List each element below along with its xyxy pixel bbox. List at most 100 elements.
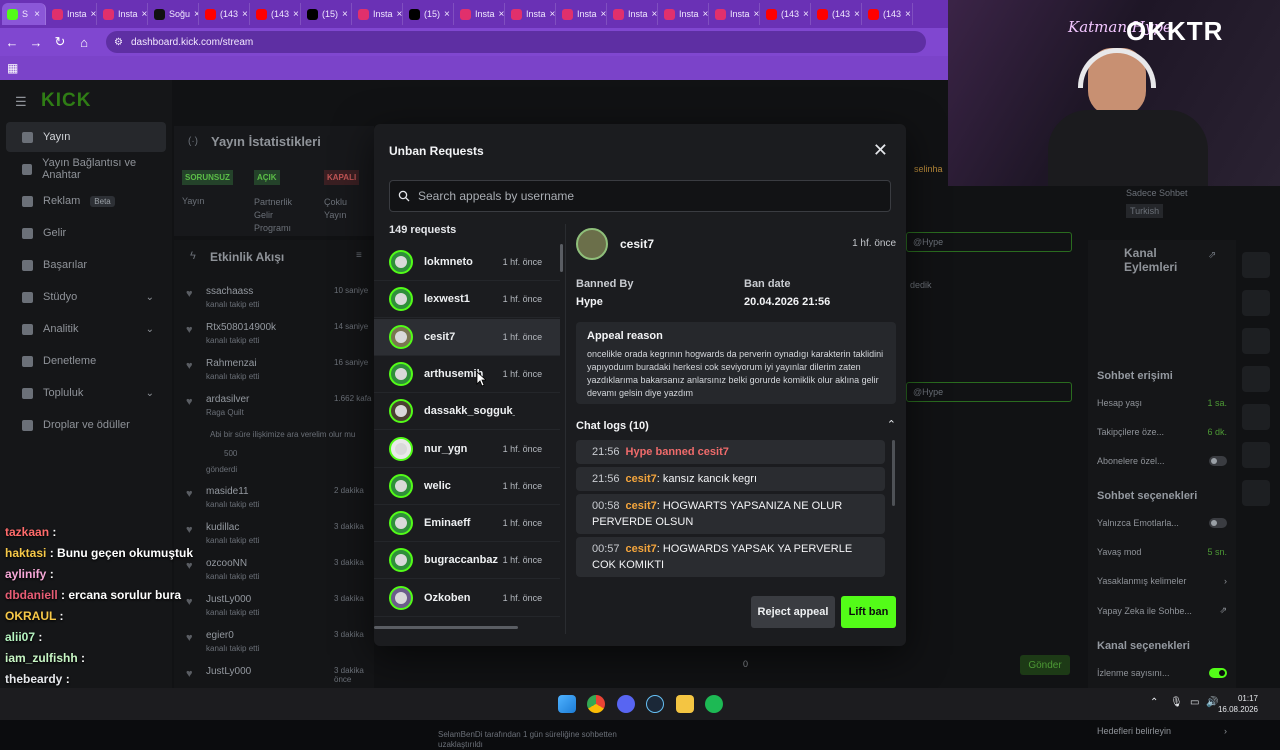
discord-icon[interactable] bbox=[617, 695, 635, 713]
search-field[interactable] bbox=[389, 180, 891, 212]
close-tab-icon[interactable]: × bbox=[703, 9, 708, 20]
logs-scrollbar[interactable] bbox=[892, 440, 895, 506]
chevron-down-icon[interactable]: ⌄ bbox=[146, 388, 154, 399]
browser-tab[interactable]: (15) × bbox=[404, 3, 454, 25]
toggle-switch[interactable] bbox=[1209, 668, 1227, 678]
menu-icon[interactable]: ☰ bbox=[15, 94, 27, 110]
tray-chevron-icon[interactable]: ⌃ bbox=[1150, 697, 1158, 708]
setting-row[interactable]: Hesap yaşı 1 sa. bbox=[1097, 398, 1227, 408]
browser-tab[interactable]: Insta × bbox=[608, 3, 658, 25]
kick-logo[interactable]: KICK bbox=[41, 90, 91, 112]
send-button[interactable]: Gönder bbox=[1020, 655, 1070, 675]
request-item[interactable]: lexwest1 1 hf. önce bbox=[374, 281, 560, 319]
sidebar-item[interactable]: Analitik ⌄ bbox=[6, 314, 166, 344]
close-tab-icon[interactable]: × bbox=[142, 9, 147, 20]
browser-tab[interactable]: (143 × bbox=[812, 3, 862, 25]
setting-row[interactable]: Abonelere özel... bbox=[1097, 456, 1227, 466]
horizontal-scrollbar[interactable] bbox=[374, 626, 518, 629]
close-tab-icon[interactable]: × bbox=[754, 9, 759, 20]
chat-icon[interactable] bbox=[1242, 328, 1270, 354]
request-item[interactable]: bugraccanbaz 1 hf. önce bbox=[374, 542, 560, 580]
browser-tab[interactable]: Insta × bbox=[455, 3, 505, 25]
lightning-icon[interactable] bbox=[1242, 252, 1270, 278]
browser-tab[interactable]: Insta × bbox=[506, 3, 556, 25]
browser-tab[interactable]: Insta × bbox=[557, 3, 607, 25]
browser-tab[interactable]: Insta × bbox=[98, 3, 148, 25]
forward-icon[interactable]: → bbox=[24, 35, 48, 50]
sidebar-item[interactable]: Yayın bbox=[6, 122, 166, 152]
close-tab-icon[interactable]: × bbox=[91, 9, 96, 20]
setting-row[interactable]: Yavaş mod 5 sn. bbox=[1097, 547, 1227, 557]
close-tab-icon[interactable]: × bbox=[397, 9, 402, 20]
filter-icon[interactable]: ≡ bbox=[356, 250, 362, 261]
setting-row[interactable]: Hedefleri belirleyin › bbox=[1097, 726, 1227, 736]
sidebar-item[interactable]: Denetleme bbox=[6, 346, 166, 376]
lift-ban-button[interactable]: Lift ban bbox=[841, 596, 896, 628]
close-tab-icon[interactable]: × bbox=[242, 9, 248, 20]
setting-row[interactable]: Yapay Zeka ile Sohbe... ⇗ bbox=[1097, 605, 1227, 616]
close-tab-icon[interactable]: × bbox=[342, 9, 348, 20]
close-tab-icon[interactable]: × bbox=[194, 9, 198, 20]
sidebar-item[interactable]: Yayın Bağlantısı ve Anahtar bbox=[6, 154, 166, 184]
request-item[interactable]: lokmneto 1 hf. önce bbox=[374, 244, 560, 281]
home-icon[interactable]: ⌂ bbox=[72, 35, 96, 50]
close-tab-icon[interactable]: × bbox=[652, 9, 657, 20]
close-tab-icon[interactable]: × bbox=[854, 9, 860, 20]
close-tab-icon[interactable]: × bbox=[601, 9, 606, 20]
toggle-switch[interactable] bbox=[1209, 456, 1227, 466]
sidebar-item[interactable]: Topluluk ⌄ bbox=[6, 378, 166, 408]
sidebar-item[interactable]: Reklam Beta bbox=[6, 186, 166, 216]
url-field[interactable]: ⚙ dashboard.kick.com/stream bbox=[106, 31, 926, 53]
browser-tab[interactable]: (143 × bbox=[251, 3, 301, 25]
stack-icon[interactable] bbox=[1242, 404, 1270, 430]
close-tab-icon[interactable]: × bbox=[905, 9, 911, 20]
windows-start-icon[interactable] bbox=[558, 695, 576, 713]
setting-row[interactable]: Yasaklanmış kelimeler › bbox=[1097, 576, 1227, 586]
wrench-icon[interactable] bbox=[1242, 442, 1270, 468]
close-tab-icon[interactable]: × bbox=[34, 9, 40, 20]
browser-tab[interactable]: Soğu× bbox=[149, 3, 199, 25]
browser-tab[interactable]: Insta × bbox=[710, 3, 760, 25]
request-item[interactable]: cesit7 1 hf. önce bbox=[374, 318, 560, 356]
close-tab-icon[interactable]: × bbox=[293, 9, 299, 20]
chevron-right-icon[interactable]: › bbox=[1224, 726, 1227, 736]
chevron-down-icon[interactable]: ⌄ bbox=[146, 324, 154, 335]
folder-icon[interactable] bbox=[676, 695, 694, 713]
sidebar-item[interactable]: Gelir bbox=[6, 218, 166, 248]
apps-grid-icon[interactable]: ▦ bbox=[7, 61, 18, 75]
steam-icon[interactable] bbox=[646, 695, 664, 713]
browser-tab[interactable]: S × bbox=[2, 3, 46, 25]
clock[interactable]: 01:17 16.08.2026 bbox=[1218, 693, 1258, 715]
chevron-up-icon[interactable]: ⌃ bbox=[887, 418, 896, 431]
spotify-icon[interactable] bbox=[705, 695, 723, 713]
close-tab-icon[interactable]: × bbox=[444, 9, 450, 20]
browser-tab[interactable]: (143 × bbox=[200, 3, 250, 25]
network-icon[interactable]: ▭ bbox=[1190, 697, 1199, 708]
close-tab-icon[interactable]: × bbox=[499, 9, 504, 20]
microphone-icon[interactable]: 🎙 bbox=[1170, 697, 1183, 708]
sidebar-item[interactable]: Droplar ve ödüller bbox=[6, 410, 166, 440]
mention-input[interactable]: @Hype bbox=[906, 232, 1072, 252]
chevron-down-icon[interactable]: ⌄ bbox=[146, 292, 154, 303]
setting-row[interactable]: Yalnızca Emotlarla... bbox=[1097, 518, 1227, 528]
volume-icon[interactable]: 🔊 bbox=[1206, 697, 1218, 708]
mention-input-2[interactable]: @Hype bbox=[906, 382, 1072, 402]
browser-tab[interactable]: (143 × bbox=[761, 3, 811, 25]
close-tab-icon[interactable]: × bbox=[550, 9, 555, 20]
setting-row[interactable]: Takipçilere öze... 6 dk. bbox=[1097, 427, 1227, 437]
reject-appeal-button[interactable]: Reject appeal bbox=[751, 596, 835, 628]
popout-icon[interactable]: ⇗ bbox=[1208, 250, 1216, 261]
puzzle-icon[interactable] bbox=[1242, 480, 1270, 506]
broadcast-icon[interactable] bbox=[1242, 366, 1270, 392]
browser-tab[interactable]: Insta × bbox=[659, 3, 709, 25]
request-item[interactable]: Eminaeff 1 hf. önce bbox=[374, 505, 560, 543]
site-info-icon[interactable]: ⚙ bbox=[114, 37, 123, 48]
request-item[interactable]: dassakk_sogguk_yenirrrss bbox=[374, 393, 560, 431]
sidebar-item[interactable]: Başarılar bbox=[6, 250, 166, 280]
browser-tab[interactable]: (15) × bbox=[302, 3, 352, 25]
list-icon[interactable] bbox=[1242, 290, 1270, 316]
request-item[interactable]: nur_ygn 1 hf. önce bbox=[374, 431, 560, 468]
close-tab-icon[interactable]: × bbox=[803, 9, 809, 20]
request-item[interactable]: arthusemih 1 hf. önce bbox=[374, 356, 560, 393]
search-input[interactable] bbox=[418, 189, 888, 203]
